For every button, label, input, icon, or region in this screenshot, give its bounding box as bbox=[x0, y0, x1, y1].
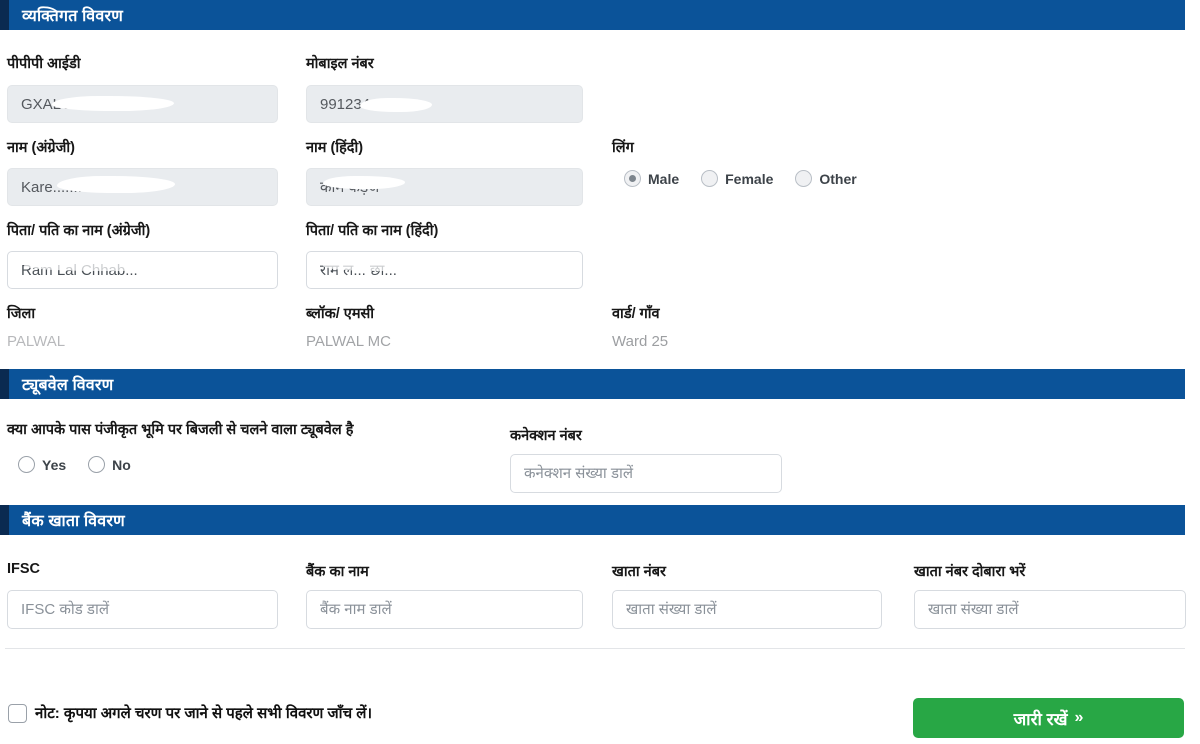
label-name-hindi: नाम (हिंदी) bbox=[306, 140, 364, 156]
section-accent-stripe bbox=[0, 0, 9, 30]
input-father-name-english[interactable] bbox=[7, 251, 278, 289]
footer-divider bbox=[5, 648, 1185, 649]
label-ppp-id: पीपीपी आईडी bbox=[7, 56, 81, 72]
label-gender: लिंग bbox=[612, 140, 634, 156]
input-connection-number[interactable] bbox=[510, 454, 782, 493]
note-confirm-text: नोट: कृपया अगले चरण पर जाने से पहले सभी … bbox=[35, 705, 373, 722]
input-mobile-number bbox=[306, 85, 583, 123]
value-block-mc: PALWAL MC bbox=[306, 333, 392, 347]
value-district: PALWAL bbox=[7, 333, 66, 347]
input-ifsc[interactable] bbox=[7, 590, 278, 629]
section-header-bank: बैंक खाता विवरण bbox=[0, 505, 1185, 535]
input-father-name-hindi[interactable] bbox=[306, 251, 583, 289]
radio-group-tubewell[interactable]: Yes No bbox=[18, 456, 153, 473]
section-header-personal: व्यक्तिगत विवरण bbox=[0, 0, 1185, 30]
section-title-personal: व्यक्तिगत विवरण bbox=[22, 8, 124, 25]
radio-label-female: Female bbox=[725, 170, 774, 187]
label-father-name-hindi: पिता/ पति का नाम (हिंदी) bbox=[306, 223, 439, 239]
radio-option-other[interactable]: Other bbox=[795, 170, 857, 187]
radio-label-other: Other bbox=[819, 170, 857, 187]
input-account-number[interactable] bbox=[612, 590, 882, 629]
label-bank-name: बैंक का नाम bbox=[306, 564, 369, 580]
continue-button[interactable]: जारी रखें » bbox=[913, 698, 1184, 738]
section-title-tubewell: ट्यूबवेल विवरण bbox=[22, 377, 114, 394]
label-account-number: खाता नंबर bbox=[612, 564, 666, 580]
radio-icon-tubewell-yes[interactable] bbox=[18, 456, 35, 473]
radio-group-gender[interactable]: Male Female Other bbox=[624, 170, 879, 187]
checkbox-confirm-details[interactable] bbox=[8, 703, 27, 723]
input-name-english bbox=[7, 168, 278, 206]
chevron-right-icon: » bbox=[1074, 709, 1084, 726]
note-confirmation-row[interactable]: नोट: कृपया अगले चरण पर जाने से पहले सभी … bbox=[8, 703, 372, 723]
form-page: व्यक्तिगत विवरण पीपीपी आईडी मोबाइल नंबर … bbox=[0, 0, 1200, 744]
label-mobile-number: मोबाइल नंबर bbox=[306, 56, 374, 72]
label-district: जिला bbox=[7, 306, 36, 322]
label-name-english: नाम (अंग्रेजी) bbox=[7, 140, 75, 156]
radio-icon-male[interactable] bbox=[624, 170, 641, 187]
value-ward-village: Ward 25 bbox=[612, 333, 669, 347]
section-accent-stripe bbox=[0, 369, 9, 399]
label-father-name-english: पिता/ पति का नाम (अंग्रेजी) bbox=[7, 223, 151, 239]
continue-button-label: जारी रखें bbox=[1013, 709, 1068, 729]
radio-option-tubewell-no[interactable]: No bbox=[88, 456, 131, 473]
input-account-number-confirm[interactable] bbox=[914, 590, 1186, 629]
section-header-tubewell: ट्यूबवेल विवरण bbox=[0, 369, 1185, 399]
radio-icon-tubewell-no[interactable] bbox=[88, 456, 106, 473]
input-name-hindi bbox=[306, 168, 583, 206]
label-ifsc: IFSC bbox=[7, 561, 41, 577]
radio-icon-female[interactable] bbox=[701, 170, 719, 187]
radio-option-tubewell-yes[interactable]: Yes bbox=[18, 456, 66, 473]
label-tubewell-question: क्या आपके पास पंजीकृत भूमि पर बिजली से च… bbox=[7, 422, 354, 438]
radio-icon-other[interactable] bbox=[795, 170, 813, 187]
radio-label-male: Male bbox=[648, 170, 680, 187]
radio-option-female[interactable]: Female bbox=[701, 170, 773, 187]
section-accent-stripe bbox=[0, 505, 9, 535]
label-ward-village: वार्ड/ गाँव bbox=[612, 306, 660, 322]
label-block-mc: ब्लॉक/ एमसी bbox=[306, 306, 375, 322]
label-account-number-confirm: खाता नंबर दोबारा भरें bbox=[914, 564, 1026, 580]
input-ppp-id bbox=[7, 85, 278, 123]
radio-label-tubewell-no: No bbox=[112, 456, 131, 473]
radio-label-tubewell-yes: Yes bbox=[42, 456, 67, 473]
radio-option-male[interactable]: Male bbox=[624, 170, 679, 187]
label-connection-number: कनेक्शन नंबर bbox=[510, 428, 582, 444]
input-bank-name[interactable] bbox=[306, 590, 583, 629]
section-title-bank: बैंक खाता विवरण bbox=[22, 513, 125, 530]
